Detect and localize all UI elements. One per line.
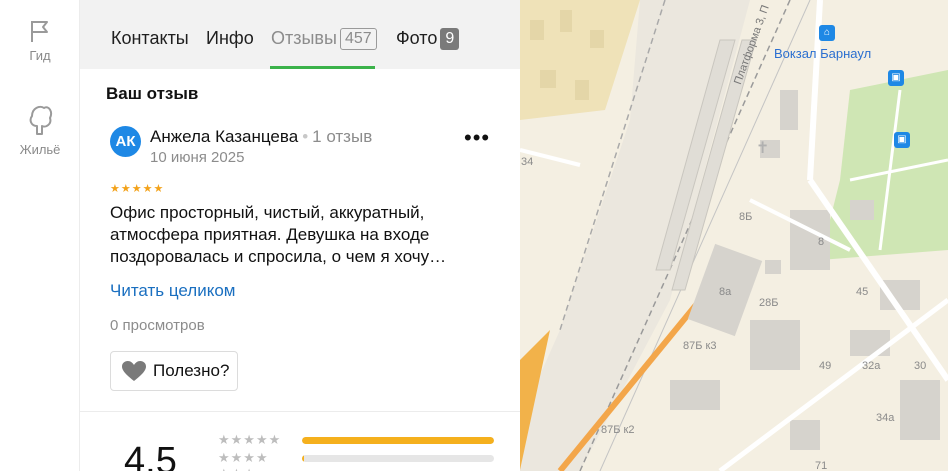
- church-icon: ✝: [756, 140, 770, 157]
- rating-bar-fill: [302, 455, 304, 462]
- station-label[interactable]: Вокзал Барнаул: [774, 46, 871, 61]
- photos-count-badge: 9: [440, 28, 460, 50]
- map-house-number: 49: [819, 360, 832, 372]
- bus-stop-icon[interactable]: ▣: [888, 70, 904, 86]
- tab-bar: Контакты Инфо Отзывы 457 Фото 9: [80, 0, 520, 69]
- rail-guide[interactable]: Гид: [0, 18, 80, 63]
- map-house-number: 8: [818, 236, 825, 248]
- bus-stop-icon-2[interactable]: ▣: [894, 132, 910, 148]
- author-review-count: 1 отзыв: [312, 127, 373, 146]
- map-house-number: 45: [856, 286, 869, 298]
- reviews-count-badge: 457: [339, 28, 377, 50]
- review-date: 10 июня 2025: [150, 149, 245, 166]
- separator-dot: •: [302, 127, 309, 146]
- map-canvas: [520, 0, 948, 471]
- author-name[interactable]: Анжела Казанцева: [150, 127, 298, 146]
- active-tab-indicator: [270, 66, 375, 69]
- map-house-number: 34а: [876, 412, 895, 424]
- map-house-number: 30: [914, 360, 927, 372]
- rating-bar: [302, 437, 494, 444]
- left-rail: Гид Жильё: [0, 0, 80, 471]
- section-divider: [80, 411, 520, 412]
- tab-contacts[interactable]: Контакты: [111, 28, 189, 49]
- avatar[interactable]: АК: [110, 126, 141, 157]
- tab-photos-label: Фото: [396, 28, 438, 48]
- rail-guide-label: Гид: [29, 48, 51, 63]
- tab-info[interactable]: Инфо: [206, 28, 254, 49]
- heart-icon: [122, 361, 146, 381]
- rating-row-stars: ★★★★: [218, 450, 269, 465]
- average-rating: 4.5: [124, 440, 177, 471]
- map[interactable]: ⌂ Вокзал Барнаул ▣ ▣ ✝ Платформа 3, П 34…: [520, 0, 948, 471]
- rail-housing[interactable]: Жильё: [0, 104, 80, 157]
- review-stars: ★★★★★: [110, 183, 165, 195]
- tab-reviews[interactable]: Отзывы 457: [271, 28, 377, 50]
- rating-bar: [302, 455, 494, 462]
- map-house-number: 87Б к2: [601, 424, 635, 436]
- your-review-title: Ваш отзыв: [106, 84, 199, 103]
- map-house-number: 87Б к3: [683, 340, 717, 352]
- read-more-link[interactable]: Читать целиком: [110, 281, 236, 301]
- rating-row-stars: ★★★★★: [218, 432, 282, 447]
- review-author: Анжела Казанцева • 1 отзыв: [150, 127, 372, 147]
- tab-photos[interactable]: Фото 9: [396, 28, 460, 50]
- useful-label: Полезно?: [153, 361, 230, 380]
- map-house-number: 71: [815, 460, 828, 471]
- rating-bar-fill: [302, 437, 494, 444]
- rail-housing-label: Жильё: [19, 142, 61, 157]
- map-house-number: 8Б: [739, 211, 753, 223]
- map-house-number: 32а: [862, 360, 881, 372]
- tab-reviews-label: Отзывы: [271, 28, 337, 48]
- useful-button[interactable]: Полезно?: [110, 351, 239, 391]
- views-count: 0 просмотров: [110, 317, 205, 334]
- map-house-number: 8а: [719, 286, 732, 298]
- map-house-number: 28Б: [759, 297, 779, 309]
- map-house-number: 34: [521, 156, 534, 168]
- review-text: Офис просторный, чистый, аккуратный, атм…: [110, 203, 447, 266]
- place-panel: Контакты Инфо Отзывы 457 Фото 9 Ваш отзыв …: [80, 0, 520, 471]
- more-options-icon[interactable]: •••: [464, 127, 490, 149]
- housing-icon: [29, 105, 53, 135]
- rating-row-stars: ★★★: [218, 466, 256, 471]
- flag-icon: [31, 21, 48, 42]
- station-icon[interactable]: ⌂: [819, 25, 835, 41]
